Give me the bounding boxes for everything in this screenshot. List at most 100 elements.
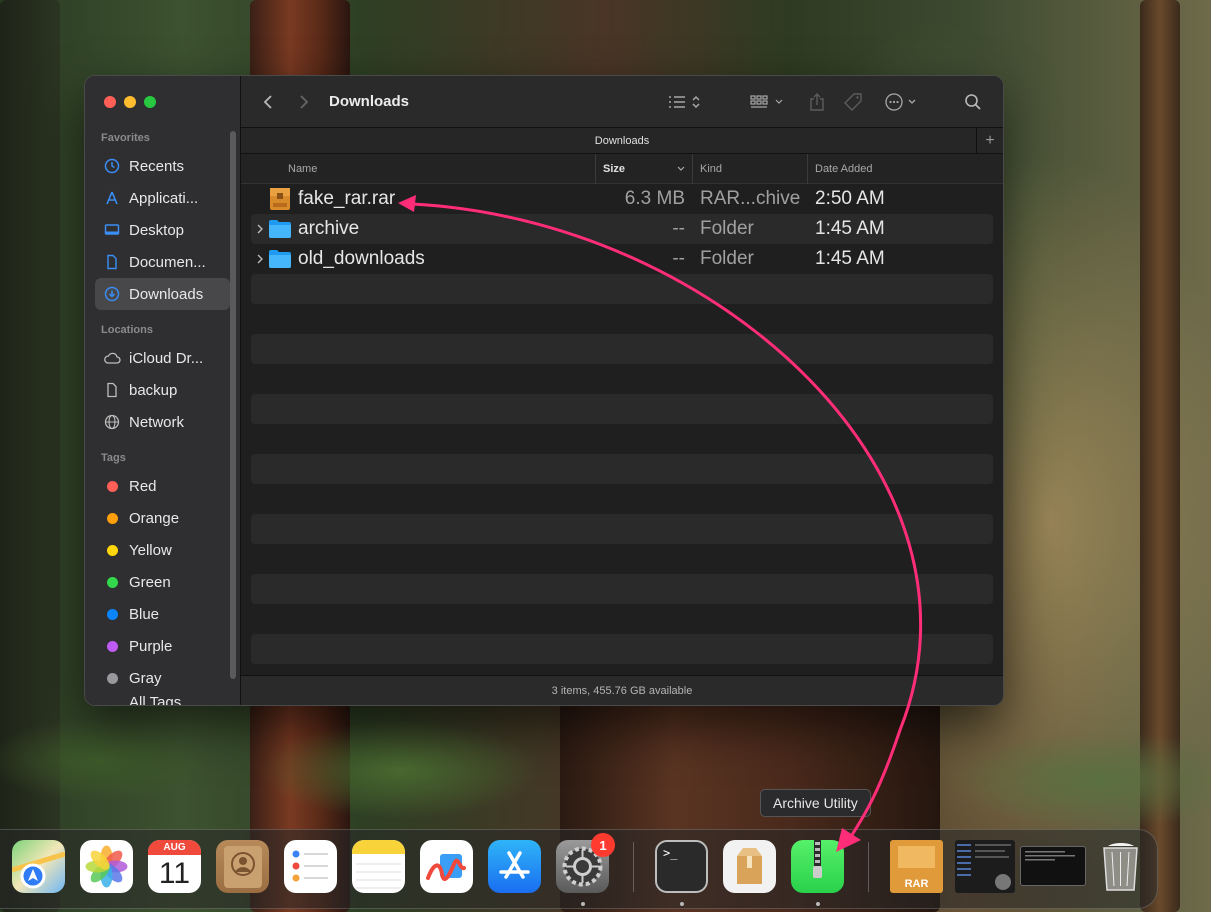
running-indicator xyxy=(680,902,684,906)
contacts-icon[interactable] xyxy=(216,840,269,893)
sidebar-item-backup[interactable]: backup xyxy=(95,374,230,406)
more-actions-button[interactable] xyxy=(883,76,923,128)
empty-row xyxy=(251,394,993,424)
sidebar-item-icloud[interactable]: iCloud Dr... xyxy=(95,342,230,374)
empty-row xyxy=(251,544,993,574)
red-tag-icon xyxy=(103,477,121,495)
photos-icon[interactable] xyxy=(80,840,133,893)
locations-header: Locations xyxy=(101,324,153,336)
sidebar-item-label: Gray xyxy=(129,669,162,687)
terminal-icon[interactable]: >_ xyxy=(655,840,708,893)
group-button[interactable] xyxy=(749,76,789,128)
app-store-icon[interactable] xyxy=(488,840,541,893)
rar-label: RAR xyxy=(904,878,929,890)
zoom-button[interactable] xyxy=(144,96,156,108)
tab-downloads[interactable]: Downloads xyxy=(595,135,649,147)
sidebar-item-desktop[interactable]: Desktop xyxy=(95,214,230,246)
sidebar-item-network[interactable]: Network xyxy=(95,406,230,438)
minimize-button[interactable] xyxy=(124,96,136,108)
sidebar-item-label: Purple xyxy=(129,637,173,655)
chevron-right-icon xyxy=(257,224,263,234)
share-button[interactable] xyxy=(805,76,829,128)
favorites-section: Favorites Recents Applicati... Desktop D… xyxy=(85,132,240,310)
sidebar-tag-purple[interactable]: Purple xyxy=(95,630,230,662)
globe-icon xyxy=(103,413,121,431)
reminders-icon[interactable] xyxy=(284,840,337,893)
tag-button[interactable] xyxy=(841,76,865,128)
empty-row xyxy=(251,334,993,364)
desktop-icon xyxy=(103,221,121,239)
sidebar-tag-green[interactable]: Green xyxy=(95,566,230,598)
sidebar-item-label: Network xyxy=(129,413,185,431)
sidebar-item-all-tags[interactable]: All Tags... xyxy=(95,694,230,705)
sidebar-tag-red[interactable]: Red xyxy=(95,470,230,502)
sidebar-item-label: backup xyxy=(129,381,178,399)
calendar-day: 11 xyxy=(158,857,191,890)
freeform-icon[interactable] xyxy=(420,840,473,893)
sidebar-item-label: iCloud Dr... xyxy=(129,349,204,367)
clock-icon xyxy=(103,157,121,175)
search-button[interactable] xyxy=(961,76,985,128)
column-size-label: Size xyxy=(603,163,626,175)
column-size[interactable]: Size xyxy=(595,154,693,184)
empty-row xyxy=(251,574,993,604)
forward-button[interactable] xyxy=(293,76,315,128)
sidebar-tag-blue[interactable]: Blue xyxy=(95,598,230,630)
rar-box-flap xyxy=(898,846,935,868)
table-row[interactable]: archive -- Folder 1:45 AM xyxy=(251,214,993,244)
table-row[interactable]: old_downloads -- Folder 1:45 AM xyxy=(251,244,993,274)
back-button[interactable] xyxy=(257,76,279,128)
column-name[interactable]: Name xyxy=(288,154,317,184)
chevron-down-icon xyxy=(677,166,685,171)
notes-icon[interactable] xyxy=(352,840,405,893)
sidebar-tag-gray[interactable]: Gray xyxy=(95,662,230,694)
sidebar-tag-yellow[interactable]: Yellow xyxy=(95,534,230,566)
new-tab-button[interactable]: + xyxy=(976,128,1003,154)
disclosure-triangle[interactable] xyxy=(256,214,264,244)
orange-tag-icon xyxy=(103,509,121,527)
view-options-button[interactable] xyxy=(665,76,705,128)
sidebar-item-applications[interactable]: Applicati... xyxy=(95,182,230,214)
blue-tag-icon xyxy=(103,605,121,623)
sidebar-item-documents[interactable]: Documen... xyxy=(95,246,230,278)
toolbar: Downloads xyxy=(241,76,1003,128)
empty-row xyxy=(251,274,993,304)
sidebar-tag-orange[interactable]: Orange xyxy=(95,502,230,534)
column-kind[interactable]: Kind xyxy=(692,154,808,184)
file-date: 2:50 AM xyxy=(815,188,885,209)
status-bar: 3 items, 455.76 GB available xyxy=(241,675,1003,705)
table-row[interactable]: fake_rar.rar 6.3 MB RAR...chive 2:50 AM xyxy=(251,184,993,214)
empty-row xyxy=(251,484,993,514)
column-date-added[interactable]: Date Added xyxy=(807,154,873,184)
chevron-right-icon xyxy=(257,254,263,264)
tags-header: Tags xyxy=(101,452,126,464)
rar-file-icon[interactable]: RAR xyxy=(890,840,943,893)
maps-icon[interactable] xyxy=(12,840,65,893)
sidebar-scrollbar[interactable] xyxy=(230,131,236,679)
screenshot-thumbnail-icon[interactable] xyxy=(955,840,1015,893)
tab-bar: Downloads + xyxy=(241,128,1003,154)
sidebar-item-recents[interactable]: Recents xyxy=(95,150,230,182)
disclosure-triangle[interactable] xyxy=(256,244,264,274)
locations-section: Locations iCloud Dr... backup Network xyxy=(85,324,240,438)
tag-dot xyxy=(106,544,118,556)
chevron-right-icon xyxy=(300,95,309,109)
calendar-icon[interactable]: AUG 11 xyxy=(148,840,201,893)
archive-utility-icon[interactable] xyxy=(791,840,844,893)
share-icon xyxy=(810,93,824,111)
trash-icon[interactable] xyxy=(1094,840,1147,893)
sidebar-item-label: Green xyxy=(129,573,171,591)
terminal-window-thumbnail-icon[interactable] xyxy=(1020,846,1086,886)
tag-icon xyxy=(844,93,862,111)
empty-row xyxy=(251,634,993,664)
sidebar-item-label: Yellow xyxy=(129,541,172,559)
chevron-left-icon xyxy=(263,95,272,109)
tags-section: Tags Red Orange Yellow Green Blue Purple… xyxy=(85,452,240,705)
unarchiver-icon[interactable] xyxy=(723,840,776,893)
grid-view-icon xyxy=(750,95,783,108)
folder-icon xyxy=(268,244,292,274)
yellow-tag-icon xyxy=(103,541,121,559)
close-button[interactable] xyxy=(104,96,116,108)
sidebar-item-downloads[interactable]: Downloads xyxy=(95,278,230,310)
background-foliage xyxy=(0,700,1211,830)
